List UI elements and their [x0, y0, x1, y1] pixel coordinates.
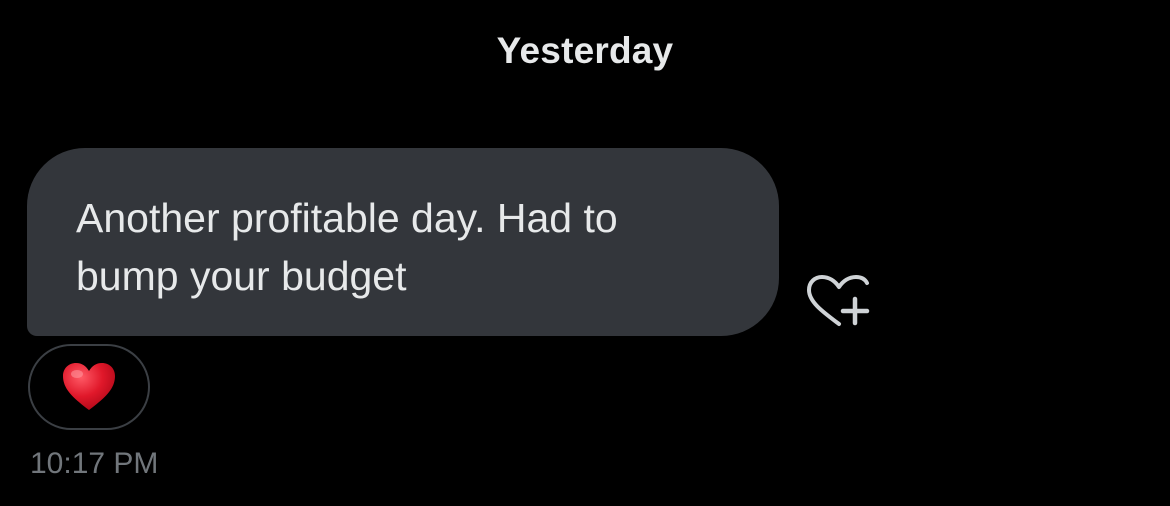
- heart-plus-icon: [807, 275, 870, 326]
- message-row: Another profitable day. Had to bump your…: [27, 148, 1127, 338]
- message-text: Another profitable day. Had to bump your…: [76, 195, 618, 299]
- date-separator: Yesterday: [496, 30, 674, 71]
- red-heart-icon: [63, 363, 115, 410]
- add-reaction-button[interactable]: [805, 274, 875, 332]
- message-bubble[interactable]: Another profitable day. Had to bump your…: [27, 148, 779, 336]
- reaction-pill[interactable]: [28, 344, 150, 430]
- message-timestamp: 10:17 PM: [30, 447, 159, 480]
